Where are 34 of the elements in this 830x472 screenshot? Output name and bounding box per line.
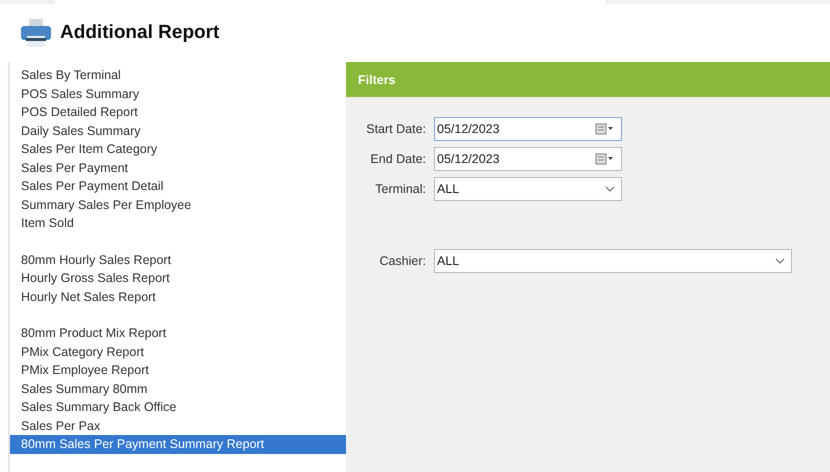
page-title: Additional Report <box>60 22 220 44</box>
dropdown[interactable]: ALL <box>434 177 622 201</box>
report-item[interactable]: 80mm Hourly Sales Report <box>10 250 346 269</box>
report-item[interactable]: Sales By Terminal <box>10 66 346 84</box>
report-item[interactable]: Hourly Gross Sales Report <box>10 269 346 288</box>
report-item[interactable]: POS Sales Summary <box>10 84 346 103</box>
date-field[interactable]: 05/12/2023 <box>434 147 622 171</box>
report-item[interactable]: 80mm Sales Per Payment Summary Report <box>10 435 346 454</box>
chevron-down-icon[interactable] <box>775 258 785 264</box>
date-field[interactable]: 05/12/2023 <box>434 117 622 141</box>
report-item[interactable]: POS Detailed Report <box>10 103 346 122</box>
printer-icon <box>20 18 52 48</box>
field-label: Terminal: <box>374 182 427 196</box>
report-item[interactable]: Item Sold <box>10 214 346 232</box>
report-item[interactable]: Sales Summary Back Office <box>10 398 346 416</box>
report-item[interactable]: Sales Per Item Category <box>10 140 346 158</box>
field-label: End Date: <box>369 152 427 166</box>
report-item[interactable]: Hourly Net Sales Report <box>10 288 346 306</box>
field-label: Cashier: <box>378 254 427 268</box>
filters-header: Filters <box>346 62 830 97</box>
report-item[interactable]: PMix Category Report <box>10 342 346 361</box>
report-item[interactable]: PMix Employee Report <box>10 361 346 380</box>
report-item[interactable]: Sales Per Payment <box>10 158 346 177</box>
calendar-dropdown-icon[interactable] <box>595 153 615 165</box>
dropdown[interactable]: ALL <box>434 249 792 273</box>
report-item[interactable]: Sales Summary 80mm <box>10 380 346 398</box>
chevron-down-icon[interactable] <box>605 186 615 192</box>
report-item[interactable]: Sales Per Pax <box>10 416 346 435</box>
field-label: Start Date: <box>365 122 427 136</box>
calendar-dropdown-icon[interactable] <box>595 123 615 135</box>
report-item[interactable]: Summary Sales Per Employee <box>10 196 346 214</box>
report-item[interactable]: Daily Sales Summary <box>10 122 346 140</box>
report-item[interactable]: 80mm Product Mix Report <box>10 324 346 342</box>
report-item[interactable]: Sales Per Payment Detail <box>10 177 346 196</box>
